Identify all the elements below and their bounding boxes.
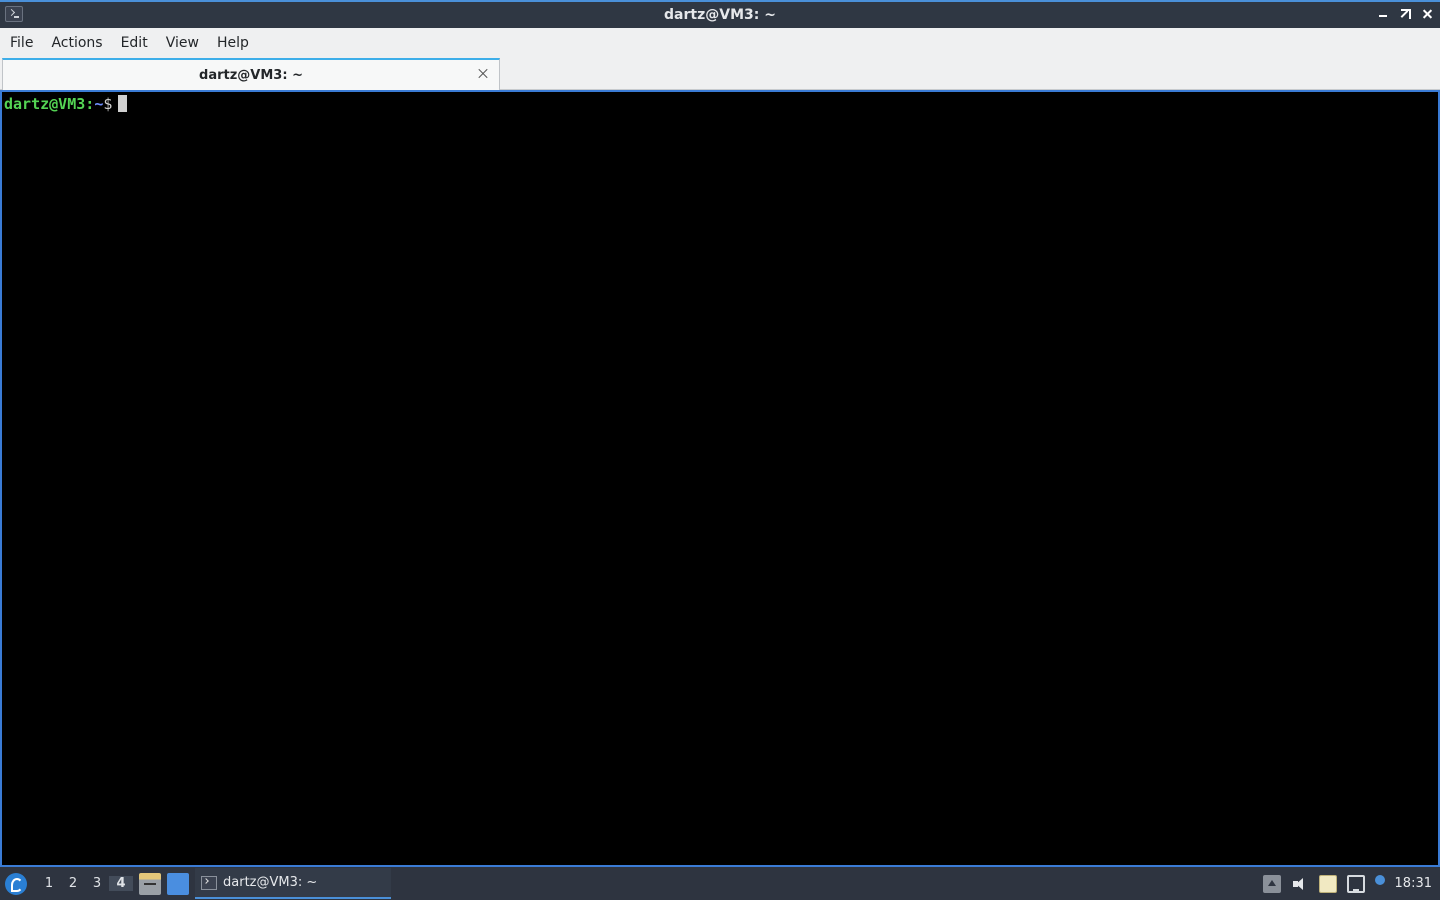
menu-actions[interactable]: Actions — [43, 35, 110, 51]
prompt-path: ~ — [94, 95, 104, 113]
menu-file[interactable]: File — [2, 35, 41, 51]
tab-bar: dartz@VM3: ~ — [0, 57, 1440, 90]
menu-view[interactable]: View — [158, 35, 207, 51]
window-title: dartz@VM3: ~ — [664, 7, 776, 23]
desktop-1[interactable]: 1 — [37, 876, 61, 891]
clock[interactable]: 18:31 — [1395, 876, 1432, 891]
network-icon[interactable] — [1346, 874, 1365, 893]
taskbar-task-terminal[interactable]: dartz@VM3: ~ — [195, 868, 391, 899]
start-menu-icon[interactable] — [5, 872, 27, 895]
show-hidden-icon[interactable] — [1262, 874, 1281, 893]
desktop-switcher: 1 2 3 4 — [37, 867, 133, 900]
maximize-icon[interactable] — [1398, 6, 1412, 22]
terminal-area[interactable]: dartz@VM3:~$ — [0, 90, 1440, 867]
text-cursor — [118, 95, 128, 112]
window-controls — [1376, 6, 1434, 22]
volume-icon[interactable] — [1291, 875, 1309, 893]
minimize-icon[interactable] — [1376, 6, 1390, 22]
terminal-icon — [201, 875, 217, 890]
show-desktop-icon[interactable] — [167, 872, 189, 895]
notification-icon[interactable] — [1374, 874, 1385, 885]
prompt-user-host: dartz@VM3 — [4, 95, 86, 113]
close-icon[interactable] — [1420, 6, 1434, 22]
window-titlebar[interactable]: dartz@VM3: ~ — [0, 0, 1440, 28]
system-tray: 18:31 — [1262, 874, 1440, 893]
tab-close-icon[interactable] — [477, 68, 489, 80]
tab-terminal[interactable]: dartz@VM3: ~ — [2, 58, 500, 90]
menu-help[interactable]: Help — [209, 35, 257, 51]
prompt-symbol: $ — [103, 95, 113, 113]
taskbar: 1 2 3 4 dartz@VM3: ~ 18:31 — [0, 867, 1440, 900]
clipboard-icon[interactable] — [1318, 874, 1337, 893]
menu-edit[interactable]: Edit — [113, 35, 156, 51]
terminal-icon[interactable] — [5, 6, 23, 22]
menu-bar: File Actions Edit View Help — [0, 28, 1440, 57]
desktop-2[interactable]: 2 — [61, 876, 85, 891]
prompt-separator: : — [85, 95, 95, 113]
desktop-3[interactable]: 3 — [85, 876, 109, 891]
prompt-line: dartz@VM3:~$ — [4, 94, 128, 114]
tab-label: dartz@VM3: ~ — [199, 67, 303, 83]
file-manager-icon[interactable] — [139, 872, 161, 895]
task-label: dartz@VM3: ~ — [223, 875, 318, 890]
desktop-4[interactable]: 4 — [109, 876, 133, 891]
